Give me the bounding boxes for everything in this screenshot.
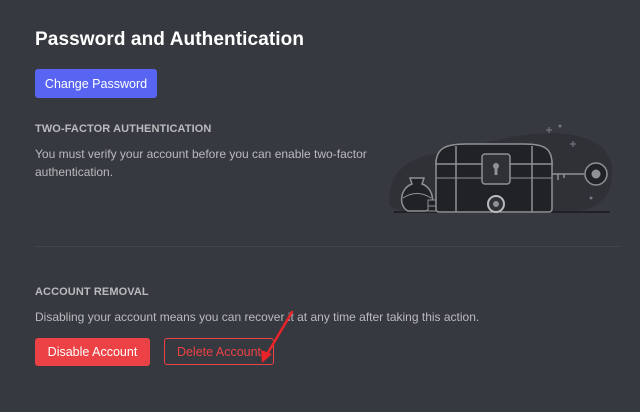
two-factor-heading: TWO-FACTOR AUTHENTICATION bbox=[35, 123, 212, 135]
locked-chest-key-illustration bbox=[389, 124, 613, 213]
account-removal-heading: ACCOUNT REMOVAL bbox=[35, 286, 149, 298]
page-title: Password and Authentication bbox=[35, 29, 305, 50]
change-password-button[interactable]: Change Password bbox=[35, 69, 157, 98]
disable-account-button[interactable]: Disable Account bbox=[35, 338, 150, 366]
settings-page: Password and Authentication Change Passw… bbox=[0, 0, 640, 412]
section-divider bbox=[35, 246, 620, 247]
two-factor-description: You must verify your account before you … bbox=[35, 147, 367, 179]
annotation-arrow-icon bbox=[261, 310, 294, 363]
